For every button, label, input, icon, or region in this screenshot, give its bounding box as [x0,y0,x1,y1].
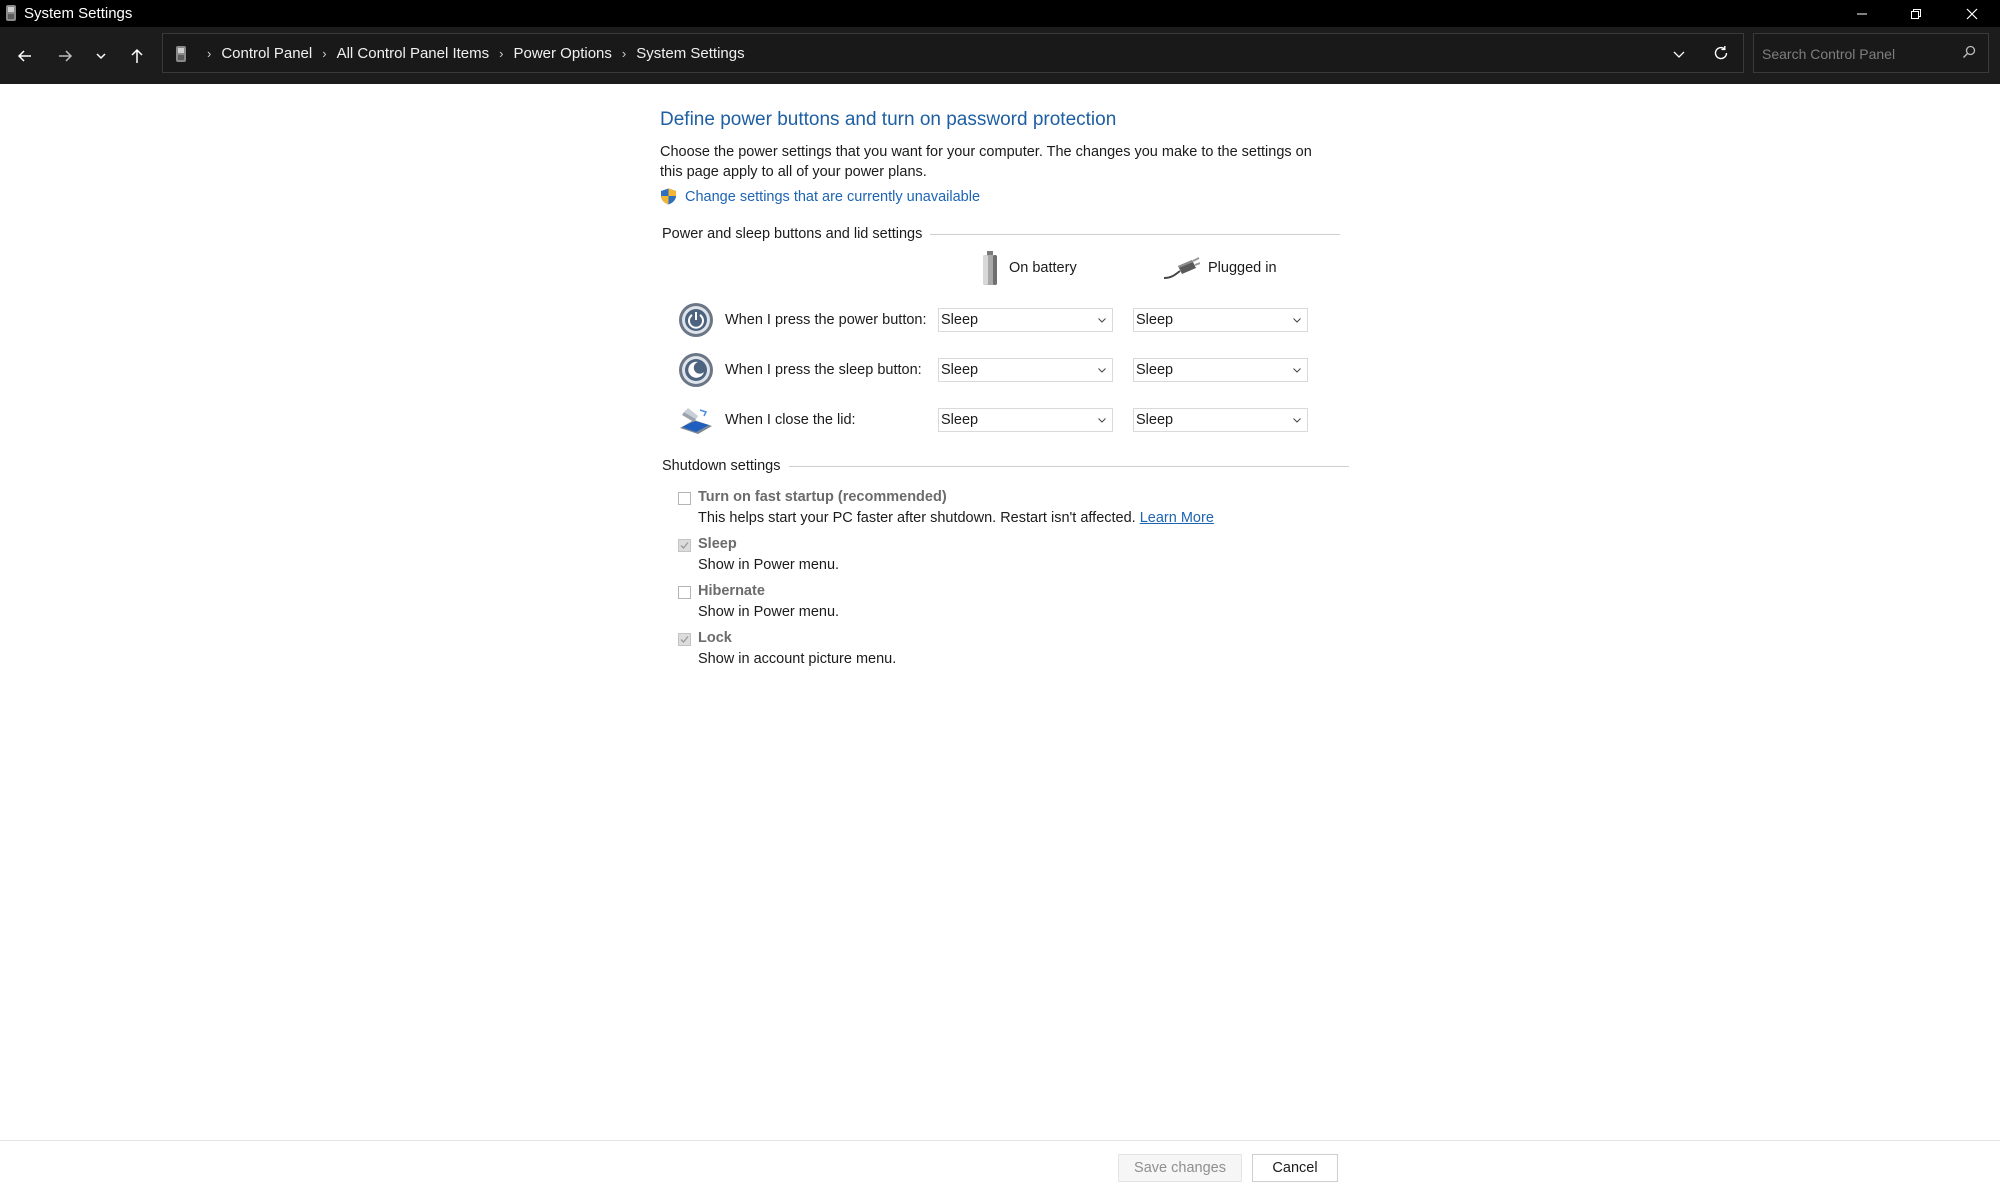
laptop-lid-icon [680,408,712,434]
selected-value: Sleep [941,412,979,428]
breadcrumb-separator[interactable]: › [622,46,626,61]
selected-value: Sleep [1136,412,1174,428]
lock-description: Show in account picture menu. [698,651,897,667]
power-options-icon [6,5,16,21]
sleep-button-label: When I press the sleep button: [725,362,922,378]
section-divider [930,233,1341,235]
fast-startup-checkbox[interactable] [678,492,691,505]
hibernate-checkbox[interactable] [678,586,691,599]
column-on-battery-label: On battery [1009,260,1077,276]
chevron-down-icon [96,53,106,60]
cancel-button[interactable]: Cancel [1252,1154,1338,1182]
fast-startup-description-text: This helps start your PC faster after sh… [698,510,1136,526]
forward-button[interactable] [50,41,80,71]
breadcrumb-system-settings[interactable]: System Settings [636,45,744,62]
breadcrumb: › Control Panel › All Control Panel Item… [197,34,745,72]
search-icon[interactable] [1962,45,1976,59]
breadcrumb-separator: › [207,45,212,61]
window-title: System Settings [24,5,133,22]
arrow-left-icon [17,50,31,62]
checkmark-icon [680,542,689,549]
breadcrumb-power-options[interactable]: Power Options [514,45,612,62]
up-button[interactable] [122,41,152,71]
back-button[interactable] [10,41,40,71]
close-lid-label: When I close the lid: [725,412,856,428]
chevron-down-icon [1293,318,1301,323]
power-button-label: When I press the power button: [725,312,927,328]
restore-button[interactable] [1888,0,1944,27]
arrow-up-icon [131,48,143,63]
selected-value: Sleep [1136,312,1174,328]
sleep-button-battery-select[interactable]: Sleep [938,358,1113,382]
column-on-battery: On battery [978,250,1077,286]
footer-divider [0,1140,2000,1141]
selected-value: Sleep [941,362,979,378]
shutdown-section-heading: Shutdown settings [662,458,1349,474]
chevron-down-icon [1293,418,1301,423]
fast-startup-title: Turn on fast startup (recommended) [698,489,947,505]
learn-more-link[interactable]: Learn More [1140,510,1214,526]
selected-value: Sleep [1136,362,1174,378]
lock-title: Lock [698,630,732,646]
chevron-down-icon [1098,418,1106,423]
page-description: Choose the power settings that you want … [660,144,1312,180]
title-bar: System Settings [0,0,2000,27]
checkmark-icon [680,636,689,643]
power-plug-icon [1163,257,1200,279]
power-button-row: When I press the power button: Sleep Sle… [678,300,1308,340]
chevron-down-icon [1293,368,1301,373]
shutdown-section-title: Shutdown settings [662,458,781,474]
buttons-section-title: Power and sleep buttons and lid settings [662,226,923,242]
address-toolbar: › Control Panel › All Control Panel Item… [0,27,2000,84]
breadcrumb-all-items[interactable]: All Control Panel Items [337,45,490,62]
column-plugged-in-label: Plugged in [1208,260,1277,276]
chevron-down-icon [1098,368,1106,373]
sleep-title: Sleep [698,536,737,552]
change-settings-link[interactable]: Change settings that are currently unava… [660,188,980,205]
breadcrumb-separator[interactable]: › [499,46,503,61]
chevron-down-icon [1673,51,1685,58]
close-icon [1966,8,1978,19]
sleep-button-plugged-select[interactable]: Sleep [1133,358,1308,382]
restore-icon [1911,8,1921,19]
page-title: Define power buttons and turn on passwor… [660,109,1117,130]
close-lid-plugged-select[interactable]: Sleep [1133,408,1308,432]
search-input[interactable] [1760,42,1954,66]
selected-value: Sleep [941,312,979,328]
breadcrumb-control-panel[interactable]: Control Panel [221,45,312,62]
sleep-button-icon [679,353,713,387]
buttons-section-heading: Power and sleep buttons and lid settings [662,226,1341,242]
power-button-icon [679,303,713,337]
column-plugged-in: Plugged in [1162,254,1277,282]
breadcrumb-separator[interactable]: › [322,46,326,61]
battery-icon [983,251,997,285]
change-settings-link-text[interactable]: Change settings that are currently unava… [685,189,980,205]
hibernate-description: Show in Power menu. [698,604,840,620]
uac-shield-icon [661,188,676,205]
minimize-button[interactable] [1834,0,1890,27]
refresh-button[interactable] [1711,43,1731,63]
sleep-button-row: When I press the sleep button: Sleep Sle… [678,350,1308,390]
address-bar[interactable]: › Control Panel › All Control Panel Item… [162,33,1744,73]
power-button-plugged-select[interactable]: Sleep [1133,308,1308,332]
sleep-checkbox[interactable] [678,539,691,552]
search-box [1753,33,1989,73]
arrow-right-icon [59,50,73,62]
section-divider [788,465,1349,467]
refresh-icon [1714,46,1728,60]
sleep-description: Show in Power menu. [698,557,840,573]
minimize-icon [1857,13,1867,14]
hibernate-title: Hibernate [698,583,765,599]
close-lid-battery-select[interactable]: Sleep [938,408,1113,432]
chevron-down-icon [1098,318,1106,323]
close-lid-row: When I close the lid: Sleep Sleep [678,400,1308,440]
save-changes-button[interactable]: Save changes [1118,1154,1242,1182]
recent-locations-button[interactable] [86,41,116,71]
power-button-battery-select[interactable]: Sleep [938,308,1113,332]
fast-startup-description: This helps start your PC faster after sh… [698,510,1214,526]
control-panel-icon [176,46,186,62]
address-history-button[interactable] [1669,44,1689,64]
lock-checkbox[interactable] [678,633,691,646]
close-button[interactable] [1944,0,2000,27]
